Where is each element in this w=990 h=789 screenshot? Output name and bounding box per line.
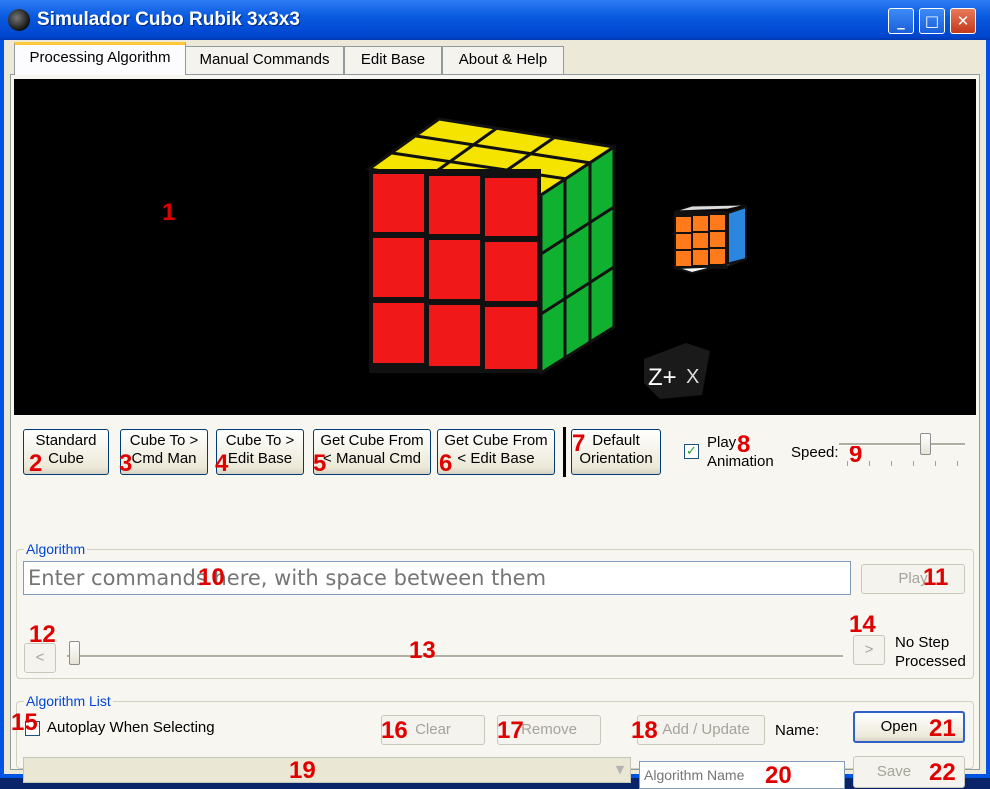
marker-21: 21: [929, 715, 956, 742]
tick: [847, 461, 848, 466]
tab-panel: Z+ X 1 Standard Cube 2 Cube To > Cmd Man…: [10, 74, 980, 789]
tick: [869, 461, 870, 466]
tab-manual-commands[interactable]: Manual Commands: [185, 46, 344, 74]
toolbar-separator: [563, 427, 566, 477]
cube-3d-viewport[interactable]: Z+ X 1: [14, 79, 976, 415]
marker-16: 16: [381, 717, 408, 744]
algorithm-name-input[interactable]: [639, 761, 845, 789]
maximize-button[interactable]: □: [919, 8, 945, 34]
step-status-text: No Step Processed: [895, 633, 966, 671]
button-line: Cube To >: [129, 432, 199, 449]
close-button[interactable]: ✕: [950, 8, 976, 34]
tab-about-help[interactable]: About & Help: [442, 46, 564, 74]
marker-15: 15: [11, 709, 38, 736]
app-window: Simulador Cubo Rubik 3x3x3 _ □ ✕ Process…: [0, 0, 990, 789]
tick: [957, 461, 958, 466]
tab-processing-algorithm[interactable]: Processing Algorithm: [14, 42, 186, 75]
algorithm-group-label: Algorithm: [24, 541, 88, 557]
algorithm-command-input[interactable]: [23, 561, 851, 595]
marker-12: 12: [29, 621, 56, 648]
play-algorithm-button[interactable]: Play: [861, 564, 965, 594]
marker-5: 5: [313, 450, 327, 477]
cube-render: Z+ X: [365, 117, 747, 399]
autoplay-label: Autoplay When Selecting: [47, 719, 215, 736]
tick: [891, 461, 892, 466]
marker-17: 17: [497, 717, 524, 744]
marker-8: 8: [737, 431, 751, 458]
axis-gizmo[interactable]: Z+ X: [644, 343, 710, 399]
marker-14: 14: [849, 611, 876, 638]
button-line: Get Cube From: [444, 432, 548, 449]
next-step-button[interactable]: >: [853, 635, 885, 665]
speed-label: Speed:: [791, 444, 839, 461]
app-logo-icon: [8, 9, 30, 31]
marker-13: 13: [409, 637, 436, 664]
status-line: No Step: [895, 634, 950, 651]
button-line: Get Cube From: [320, 432, 424, 449]
get-from-manual-button[interactable]: Get Cube From < Manual Cmd: [313, 429, 431, 475]
marker-18: 18: [631, 717, 658, 744]
button-line: Edit Base: [227, 450, 293, 467]
get-from-base-button[interactable]: Get Cube From < Edit Base: [437, 429, 555, 475]
axis-z-label: Z+: [648, 364, 677, 391]
button-line: Standard: [35, 432, 97, 449]
marker-3: 3: [119, 450, 133, 477]
minimize-button[interactable]: _: [888, 8, 914, 34]
marker-7: 7: [572, 430, 586, 457]
tab-edit-base[interactable]: Edit Base: [344, 46, 442, 74]
cube-to-base-button[interactable]: Cube To > Edit Base: [216, 429, 304, 475]
speed-thumb[interactable]: [920, 433, 931, 455]
name-label: Name:: [775, 722, 820, 739]
marker-19: 19: [289, 757, 316, 784]
button-line: Cube To >: [225, 432, 295, 449]
step-thumb[interactable]: [69, 641, 80, 665]
marker-1: 1: [162, 199, 176, 226]
status-line: Processed: [895, 653, 966, 670]
marker-2: 2: [29, 450, 43, 477]
marker-20: 20: [765, 762, 792, 789]
cube-to-cmd-button[interactable]: Cube To > Cmd Man: [120, 429, 208, 475]
button-line: < Edit Base: [457, 450, 535, 467]
button-line: < Manual Cmd: [323, 450, 421, 467]
mini-cube: [674, 204, 747, 275]
algorithm-list-group-label: Algorithm List: [24, 693, 113, 709]
marker-6: 6: [439, 450, 453, 477]
title-bar[interactable]: Simulador Cubo Rubik 3x3x3 _ □ ✕: [0, 0, 990, 40]
tick: [935, 461, 936, 466]
step-track: [67, 655, 843, 658]
axis-x-label: X: [686, 366, 699, 388]
window-client-area: Processing Algorithm Manual Commands Edi…: [4, 40, 986, 789]
button-line: Cmd Man: [131, 450, 197, 467]
speed-slider[interactable]: [839, 429, 969, 471]
speed-track: [839, 443, 965, 446]
marker-22: 22: [929, 759, 956, 786]
main-cube: [365, 117, 619, 376]
algorithm-list-combo[interactable]: ▼: [23, 757, 631, 783]
marker-4: 4: [215, 450, 229, 477]
play-animation-checkbox[interactable]: ✓: [684, 444, 699, 459]
window-title: Simulador Cubo Rubik 3x3x3: [37, 9, 300, 30]
marker-10: 10: [198, 564, 225, 591]
step-slider[interactable]: [67, 641, 847, 675]
marker-11: 11: [923, 564, 949, 591]
tick: [913, 461, 914, 466]
